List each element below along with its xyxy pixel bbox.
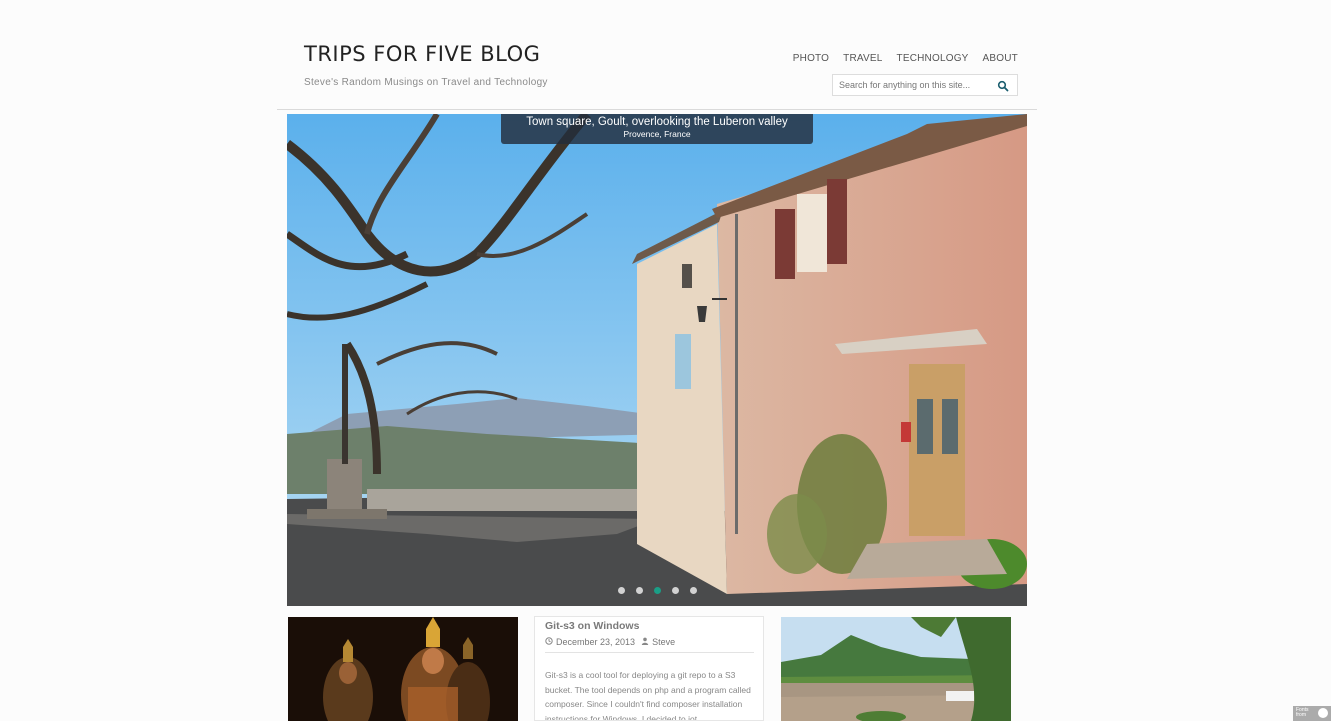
nav-technology[interactable]: TECHNOLOGY xyxy=(897,53,969,64)
fonts-provider-icon xyxy=(1318,708,1328,718)
post-title-link[interactable]: Git-s3 on Windows xyxy=(545,620,639,632)
nav-about[interactable]: ABOUT xyxy=(983,53,1018,64)
site-tagline: Steve's Random Musings on Travel and Tec… xyxy=(304,77,548,88)
post-excerpt: Git-s3 is a cool tool for deploying a gi… xyxy=(545,670,751,721)
slider-dot-5[interactable] xyxy=(690,587,697,594)
post-card: Git-s3 on Windows December 23, 2013 Stev… xyxy=(534,616,764,721)
nav-travel[interactable]: TRAVEL xyxy=(843,53,882,64)
slider-dot-2[interactable] xyxy=(636,587,643,594)
slide-caption: Town square, Goult, overlooking the Lube… xyxy=(501,114,813,144)
river-photo xyxy=(781,617,1011,721)
slider-dot-3[interactable] xyxy=(654,587,661,594)
post-meta: December 23, 2013 Steve xyxy=(545,637,675,647)
header-divider xyxy=(277,109,1037,110)
badge-line-2: from xyxy=(1296,712,1306,718)
fonts-from-badge[interactable]: Fonts from xyxy=(1293,706,1331,721)
dancers-photo xyxy=(288,617,518,721)
site-title[interactable]: TRIPS FOR FIVE BLOG xyxy=(304,42,540,66)
post-date: December 23, 2013 xyxy=(556,637,636,647)
clock-icon xyxy=(545,637,553,647)
user-icon xyxy=(641,637,649,647)
search-box xyxy=(832,74,1018,96)
hero-slider[interactable]: Town square, Goult, overlooking the Lube… xyxy=(287,114,1027,606)
search-icon[interactable] xyxy=(997,79,1009,92)
post-thumbnail-river[interactable] xyxy=(781,617,1011,721)
slider-dot-4[interactable] xyxy=(672,587,679,594)
post-author[interactable]: Steve xyxy=(652,637,675,647)
post-thumbnail-dancers[interactable] xyxy=(288,617,518,721)
slider-dot-1[interactable] xyxy=(618,587,625,594)
slide-caption-location: Provence, France xyxy=(623,129,691,139)
slide-photo xyxy=(287,114,1027,606)
post-divider xyxy=(545,652,754,653)
nav-photo[interactable]: PHOTO xyxy=(793,53,829,64)
slide-caption-title: Town square, Goult, overlooking the Lube… xyxy=(526,116,788,128)
main-nav: PHOTO TRAVEL TECHNOLOGY ABOUT xyxy=(793,53,1018,64)
slider-pagination xyxy=(618,587,697,594)
search-input[interactable] xyxy=(833,75,999,95)
